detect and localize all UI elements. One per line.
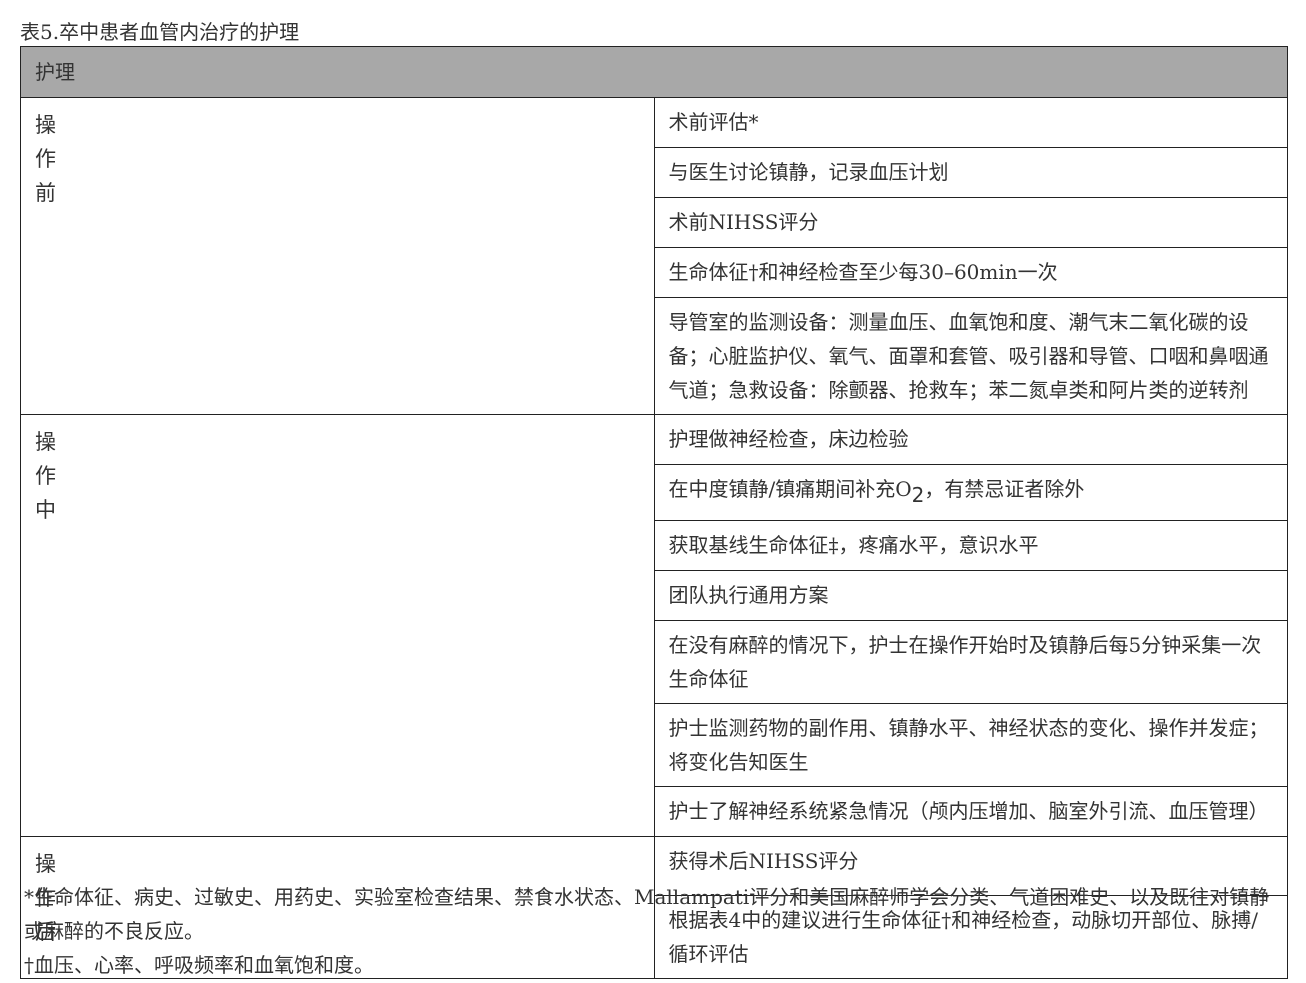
table-caption: 表5.卒中患者血管内治疗的护理 [20, 20, 300, 44]
care-item: 护理做神经检查，床边检验 [653, 414, 1288, 465]
phase-cell-intra-op: 操 作 中 [20, 414, 655, 837]
care-item: 团队执行通用方案 [653, 570, 1288, 621]
phase-label-char: 作 [35, 464, 56, 488]
care-item: 术前评估* [653, 97, 1288, 148]
footnote-dagger: †血压、心率、呼吸频率和血氧饱和度。 [24, 953, 374, 977]
phase-label-char: 操 [35, 852, 56, 876]
subscript-2: 2 [911, 483, 925, 507]
phase-label-char: 中 [35, 498, 56, 522]
footnotes: *生命体征、病史、过敏史、用药史、实验室检查结果、禁食水状态、Mallampat… [24, 880, 1286, 982]
care-item-text: 在中度镇静/镇痛期间补充O [668, 477, 912, 501]
care-item: 术前NIHSS评分 [653, 197, 1288, 248]
care-item: 护士监测药物的副作用、镇静水平、神经状态的变化、操作并发症；将变化告知医生 [653, 703, 1288, 787]
care-item-oxygen: 在中度镇静/镇痛期间补充O2，有禁忌证者除外 [653, 464, 1288, 521]
table-row: 操 作 中 护理做神经检查，床边检验 [20, 414, 1288, 837]
phase-label-char: 前 [35, 181, 56, 205]
care-item-text: ，有禁忌证者除外 [924, 477, 1085, 501]
table-row: 操 作 前 术前评估* [20, 97, 1288, 415]
nursing-care-table: 护理 操 作 前 术前评估* 与医生讨论镇静，记录血压计划 术前NIHSS评分 … [20, 46, 1288, 979]
phase-label-char: 作 [35, 147, 56, 171]
care-item: 获取基线生命体征‡，疼痛水平，意识水平 [653, 520, 1288, 571]
phase-cell-pre-op: 操 作 前 [20, 97, 655, 415]
care-item: 与医生讨论镇静，记录血压计划 [653, 147, 1288, 198]
table-header-row: 护理 [20, 46, 1288, 98]
care-item: 生命体征†和神经检查至少每30–60min一次 [653, 247, 1288, 298]
care-item: 在没有麻醉的情况下，护士在操作开始时及镇静后每5分钟采集一次生命体征 [653, 620, 1288, 704]
care-item: 护士了解神经系统紧急情况（颅内压增加、脑室外引流、血压管理） [653, 786, 1288, 837]
phase-label-char: 操 [35, 113, 56, 137]
footnote-vital-signs: *生命体征、病史、过敏史、用药史、实验室检查结果、禁食水状态、Mallampat… [24, 885, 1270, 943]
table-header-cell: 护理 [20, 46, 1288, 98]
phase-label-char: 操 [35, 430, 56, 454]
care-item: 导管室的监测设备：测量血压、血氧饱和度、潮气末二氧化碳的设备；心脏监护仪、氧气、… [653, 297, 1288, 415]
